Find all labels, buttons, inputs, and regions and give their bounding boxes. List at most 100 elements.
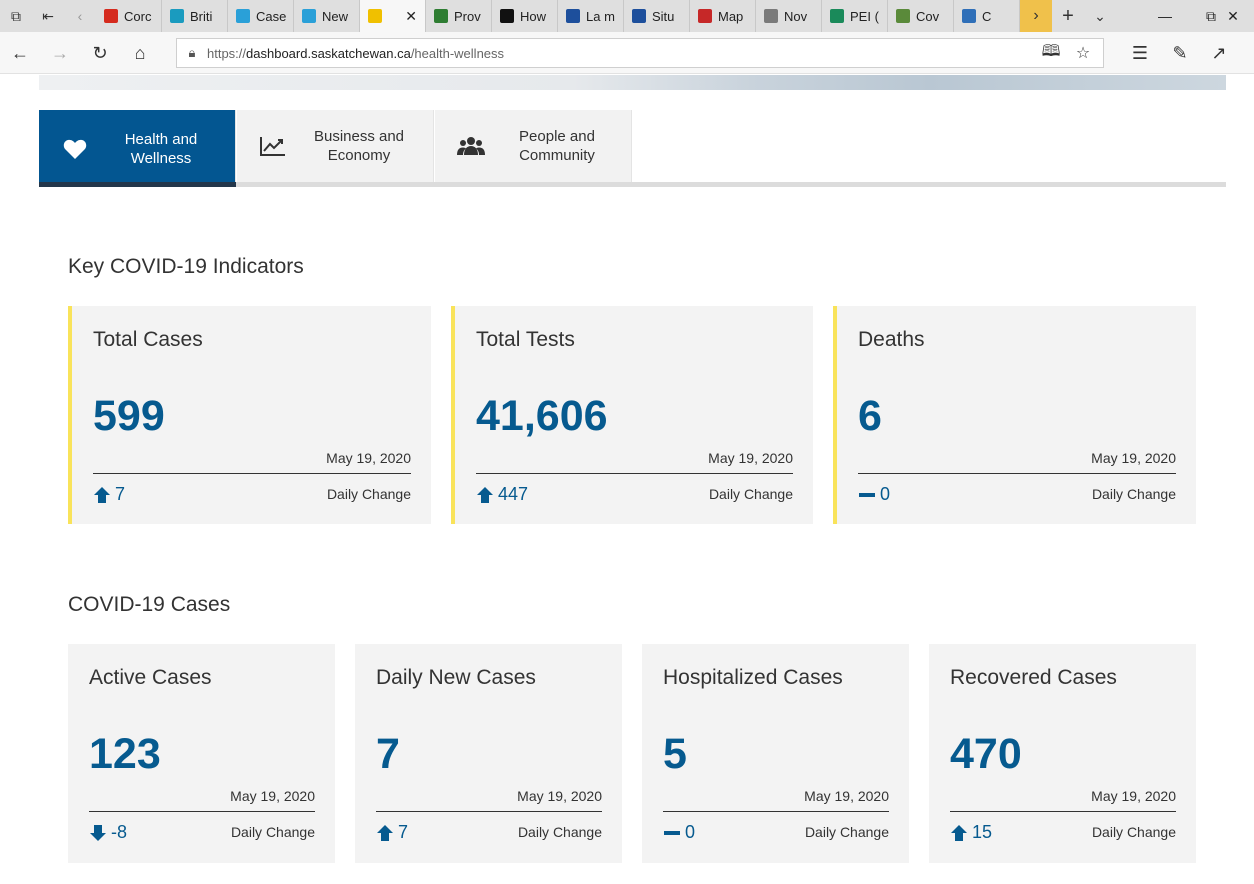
card-value: 7 [376,730,400,778]
daily-change: 0 [663,822,695,843]
browser-tab[interactable]: Corc [96,0,162,32]
tab-label: Health and Wellness [124,130,198,167]
daily-change: 7 [376,822,408,843]
tab-favicon-icon [104,9,118,23]
refresh-icon[interactable]: ↻ [85,38,115,68]
forward-icon[interactable]: → [45,38,75,68]
share-icon[interactable]: ↗ [1204,38,1234,68]
card-divider [89,811,315,812]
card-value: 5 [663,730,687,778]
browser-tab[interactable]: New [294,0,360,32]
reading-view-icon[interactable]: 🕮︎ [1036,39,1066,67]
browser-tab[interactable]: PEI ( [822,0,888,32]
daily-change-label: Daily Change [517,824,602,840]
browser-tab[interactable]: How [492,0,558,32]
covid-cases-heading: COVID-19 Cases [68,593,231,616]
tab-title: How [520,8,547,24]
tab-favicon-icon [170,9,184,23]
card-title: Total Tests [476,328,575,351]
arrow-up-icon [376,824,398,842]
favorite-star-icon[interactable]: ☆ [1068,39,1098,67]
card-divider [93,473,411,474]
browser-tab[interactable]: Case [228,0,294,32]
scroll-tabs-left-icon[interactable]: ‹ [64,0,96,32]
tab-favicon-icon [962,9,976,23]
daily-change-label: Daily Change [1091,824,1176,840]
tab-list-chevron-icon[interactable]: ⌄ [1084,0,1116,32]
daily-change-value: 7 [398,822,409,842]
tab-favicon-icon [236,9,250,23]
card-date: May 19, 2020 [708,450,793,466]
tab-actions-icon[interactable]: ⧉ [0,0,32,32]
arrow-up-icon [950,824,972,842]
tab-health-and-wellness[interactable]: Health and Wellness [39,110,236,187]
browser-tab[interactable]: Cov [888,0,954,32]
close-window-icon[interactable]: ✕ [1212,0,1254,32]
card-divider [950,811,1176,812]
daily-change-value: 447 [498,484,529,504]
card-value: 599 [93,392,165,440]
daily-change-value: 0 [685,822,696,842]
daily-change-value: -8 [111,822,128,842]
tab-title: Corc [124,8,152,24]
new-tab-icon[interactable]: + [1052,0,1084,32]
card-value: 123 [89,730,161,778]
browser-tab[interactable]: Situ [624,0,690,32]
tab-label: People and Community [519,128,595,164]
users-icon [457,134,485,158]
tab-favicon-icon [500,9,514,23]
indicator-card: Total Tests 41,606 May 19, 2020 447 Daily Ch… [451,306,813,524]
pen-icon[interactable]: ✎ [1165,38,1195,68]
minus-icon [663,824,685,842]
daily-change-label: Daily Change [1091,486,1176,502]
card-value: 41,606 [476,392,608,440]
tab-people-and-community[interactable]: People and Community [435,110,632,182]
tab-favicon-icon [764,9,778,23]
card-date: May 19, 2020 [326,450,411,466]
daily-change: 15 [950,822,992,843]
browser-tab-bar: ⧉ ⇤ ‹ Corc Briti Case New ✕ Prov How La m Situ Ma… [0,0,1254,32]
arrow-up-icon [93,486,115,504]
browser-tab[interactable]: Map [690,0,756,32]
tab-favicon-icon [830,9,844,23]
close-tab-icon[interactable]: ✕ [405,8,417,25]
set-aside-tabs-icon[interactable]: ⇤ [32,0,64,32]
minus-icon [858,486,880,504]
arrow-down-icon [89,824,111,842]
url-scheme: https:// [207,45,247,61]
card-value: 470 [950,730,1022,778]
card-divider [376,811,602,812]
browser-tab[interactable]: ✕ [360,0,426,32]
browser-nav-bar: ← → ↻ ⌂ 🔒︎ https://dashboard.saskatchewa… [0,32,1254,74]
tab-favicon-icon [896,9,910,23]
back-icon[interactable]: ← [5,38,35,68]
scroll-tabs-right-icon[interactable]: › [1020,0,1052,32]
url-host: dashboard.saskatchewan.ca [246,45,411,61]
chart-line-icon [259,134,287,158]
tab-title: Situ [652,8,675,24]
indicator-card: Daily New Cases 7 May 19, 2020 7 Daily Chang… [355,644,622,863]
browser-tab[interactable]: Prov [426,0,492,32]
browser-tab[interactable]: Nov [756,0,822,32]
browser-tab[interactable]: C [954,0,1020,32]
tab-favicon-icon [566,9,580,23]
card-title: Active Cases [89,666,212,689]
tab-title: Case [256,8,287,24]
daily-change: 447 [476,484,528,505]
card-divider [476,473,793,474]
address-bar[interactable]: 🔒︎ https://dashboard.saskatchewan.ca/hea… [176,38,1104,68]
browser-tab[interactable]: Briti [162,0,228,32]
tab-title: Nov [784,8,808,24]
url-text[interactable]: https://dashboard.saskatchewan.ca/health… [207,46,504,61]
minimize-icon[interactable]: — [1142,0,1188,32]
browser-tab[interactable]: La m [558,0,624,32]
lock-icon: 🔒︎ [188,45,196,60]
card-title: Deaths [858,328,925,351]
tab-business-and-economy[interactable]: Business and Economy [237,110,434,182]
url-path: /health-wellness [410,45,505,61]
indicator-card: Active Cases 123 May 19, 2020 -8 Daily Chang… [68,644,335,863]
daily-change-value: 0 [880,484,891,504]
home-icon[interactable]: ⌂ [125,38,155,68]
card-value: 6 [858,392,882,440]
favorites-list-icon[interactable]: ☰ [1125,38,1155,68]
